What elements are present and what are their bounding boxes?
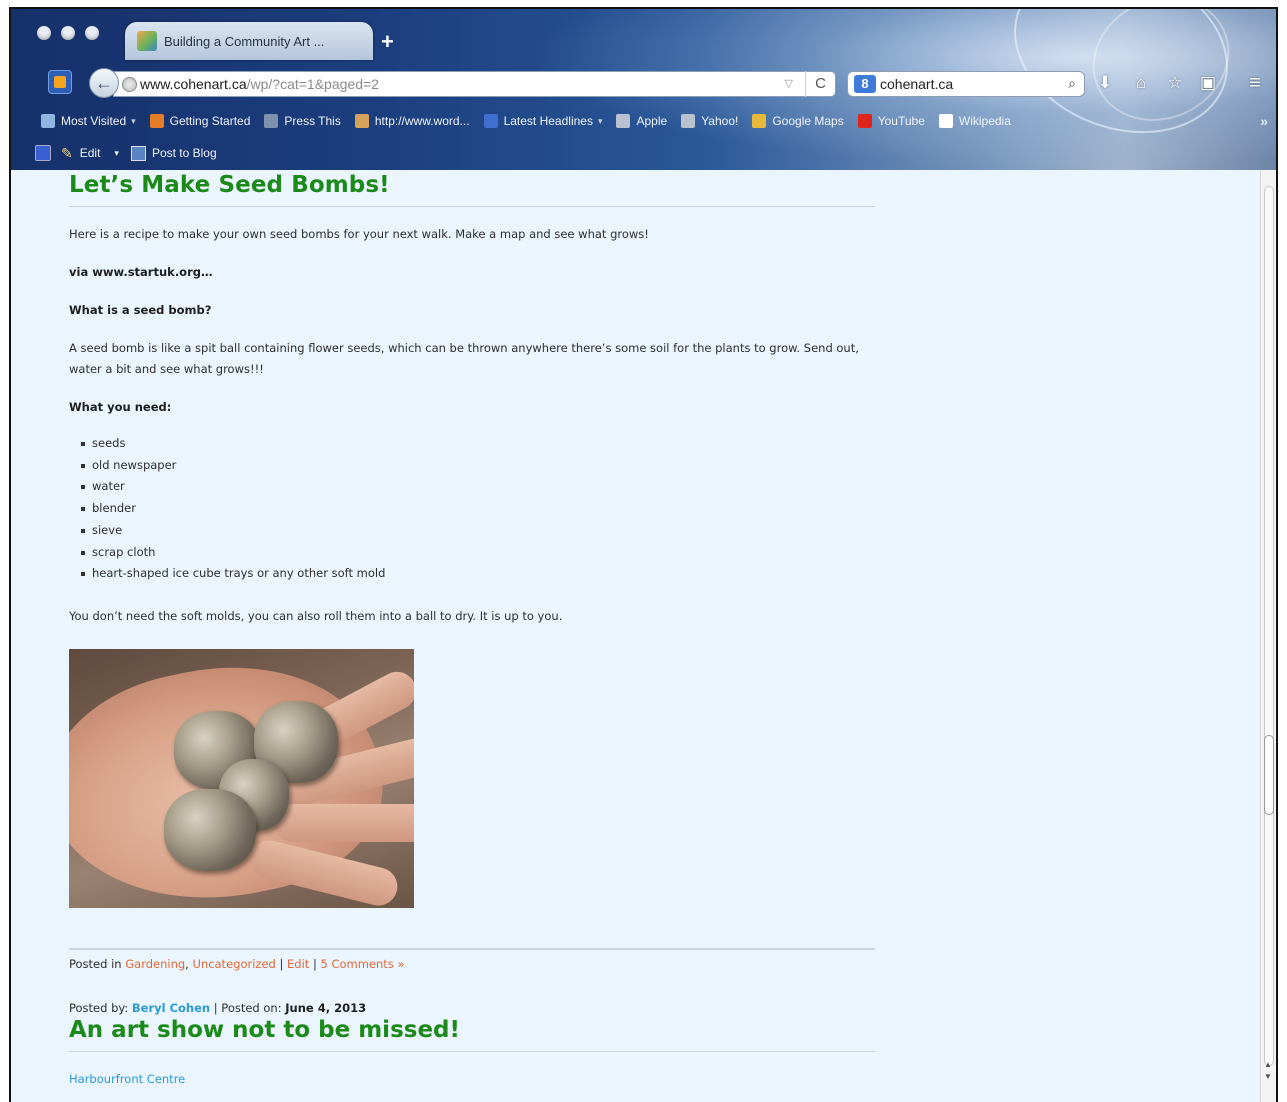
wordpress-icon bbox=[354, 114, 369, 128]
list-item: heart-shaped ice cube trays or any other… bbox=[81, 563, 875, 585]
page-icon bbox=[681, 114, 696, 128]
site-favicon-icon bbox=[137, 31, 157, 51]
scroll-up-arrow-icon[interactable]: ▲ bbox=[1264, 1060, 1272, 1069]
page-icon bbox=[264, 114, 279, 128]
bookmark-getting-started[interactable]: Getting Started bbox=[149, 114, 250, 128]
edit-caret-icon[interactable]: ▾ bbox=[114, 148, 119, 159]
category-uncategorized-link[interactable]: Uncategorized bbox=[192, 957, 275, 971]
browser-chrome: Building a Community Art ... + www.cohen… bbox=[11, 9, 1276, 170]
folder-icon bbox=[41, 114, 55, 128]
post-content: Let’s Make Seed Bombs! Here is a recipe … bbox=[69, 170, 875, 1086]
chevron-down-icon[interactable]: ▾ bbox=[598, 116, 603, 127]
vertical-scrollbar[interactable]: ▲ ▼ bbox=[1260, 170, 1276, 1102]
minimize-window-button[interactable] bbox=[61, 26, 75, 40]
search-engine-icon[interactable]: 8 bbox=[854, 75, 876, 93]
post-title[interactable]: Let’s Make Seed Bombs! bbox=[69, 170, 875, 207]
bookmark-yahoo[interactable]: Yahoo! bbox=[681, 114, 738, 128]
home-icon[interactable]: ⌂ bbox=[1130, 72, 1152, 94]
address-bar[interactable]: www.cohenart.ca/wp/?cat=1&paged=2 ▽ C bbox=[113, 71, 836, 97]
list-item: blender bbox=[81, 498, 875, 520]
category-gardening-link[interactable]: Gardening bbox=[125, 957, 185, 971]
edit-menu[interactable]: Edit bbox=[80, 146, 101, 160]
app-menu-icon[interactable] bbox=[48, 70, 72, 94]
bookmark-http-www-word[interactable]: http://www.word... bbox=[354, 114, 470, 128]
bookmarks-toolbar: Most Visited ▾ Getting Started Press This ht… bbox=[11, 109, 1276, 133]
bookmark-latest-headlines[interactable]: Latest Headlines ▾ bbox=[483, 114, 603, 128]
rss-icon bbox=[483, 114, 498, 128]
via-line: via www.startuk.org… bbox=[69, 265, 213, 279]
tab-title: Building a Community Art ... bbox=[164, 33, 325, 49]
author-link[interactable]: Beryl Cohen bbox=[132, 1001, 210, 1015]
closing-text: You don’t need the soft molds, you can a… bbox=[69, 608, 563, 623]
bookmark-press-this[interactable]: Press This bbox=[264, 114, 341, 128]
bookmark-star-icon[interactable]: ☆ bbox=[1164, 72, 1186, 94]
post2-byline: Posted by: Beryl Cohen | Posted on: June… bbox=[69, 1000, 367, 1015]
wikipedia-icon bbox=[938, 114, 953, 128]
needs-heading: What you need: bbox=[69, 400, 172, 414]
browser-window: Building a Community Art ... + www.cohen… bbox=[9, 7, 1278, 1102]
bookmark-most-visited[interactable]: Most Visited ▾ bbox=[41, 114, 136, 128]
needs-list: seeds old newspaper water blender sieve scrap… bbox=[69, 433, 875, 585]
search-bar[interactable]: 8 cohenart.ca ⌕ bbox=[847, 71, 1085, 97]
extension-icon[interactable] bbox=[35, 145, 51, 161]
chevron-down-icon[interactable]: ▾ bbox=[131, 116, 136, 127]
reading-list-icon[interactable]: ▣ bbox=[1197, 72, 1219, 94]
apple-icon bbox=[616, 114, 631, 128]
comments-link[interactable]: 5 Comments » bbox=[320, 957, 404, 971]
bookmark-google-maps[interactable]: Google Maps bbox=[752, 114, 844, 128]
navigation-bar: www.cohenart.ca/wp/?cat=1&paged=2 ▽ C ← … bbox=[11, 64, 1276, 104]
url-host: www.cohenart.ca bbox=[140, 76, 247, 92]
harbourfront-link[interactable]: Harbourfront Centre bbox=[69, 1072, 875, 1086]
post-to-blog-button[interactable]: Post to Blog bbox=[152, 146, 217, 160]
bookmark-wikipedia[interactable]: Wikipedia bbox=[938, 114, 1011, 128]
edit-pen-icon: ✎ bbox=[61, 144, 73, 161]
post-meta: Posted in Gardening, Uncategorized | Edi… bbox=[69, 947, 875, 971]
globe-icon bbox=[122, 77, 137, 92]
download-icon[interactable]: ⬇ bbox=[1094, 72, 1116, 94]
post-date: June 4, 2013 bbox=[285, 1000, 367, 1015]
blog-toolbar: ✎ Edit ▾ Post to Blog bbox=[11, 141, 1276, 165]
list-item: seeds bbox=[81, 433, 875, 455]
search-text: cohenart.ca bbox=[880, 76, 954, 92]
post-intro: Here is a recipe to make your own seed b… bbox=[69, 227, 649, 241]
post2-title[interactable]: An art show not to be missed! bbox=[69, 1017, 875, 1052]
url-path: /wp/?cat=1&paged=2 bbox=[246, 76, 379, 92]
post-to-blog-icon bbox=[130, 145, 146, 161]
new-tab-button[interactable]: + bbox=[381, 29, 394, 55]
list-item: sieve bbox=[81, 520, 875, 542]
list-item: old newspaper bbox=[81, 455, 875, 477]
tab-bar: Building a Community Art ... + bbox=[11, 9, 1276, 61]
url-dropdown-icon[interactable]: ▽ bbox=[785, 77, 793, 90]
list-item: water bbox=[81, 476, 875, 498]
scroll-down-arrow-icon[interactable]: ▼ bbox=[1264, 1072, 1272, 1081]
bookmark-apple[interactable]: Apple bbox=[616, 114, 667, 128]
web-page: Let’s Make Seed Bombs! Here is a recipe … bbox=[11, 170, 1264, 1102]
bookmarks-overflow-icon[interactable]: » bbox=[1260, 113, 1268, 129]
close-window-button[interactable] bbox=[37, 26, 51, 40]
zoom-window-button[interactable] bbox=[85, 26, 99, 40]
youtube-icon bbox=[857, 114, 872, 128]
list-item: scrap cloth bbox=[81, 542, 875, 564]
map-icon bbox=[752, 114, 767, 128]
bookmark-youtube[interactable]: YouTube bbox=[857, 114, 925, 128]
question-heading: What is a seed bomb? bbox=[69, 303, 212, 317]
answer-text: A seed bomb is like a spit ball containi… bbox=[69, 341, 859, 376]
back-button[interactable]: ← bbox=[89, 68, 119, 98]
seed-bombs-photo bbox=[69, 648, 414, 908]
edit-post-link[interactable]: Edit bbox=[287, 957, 309, 971]
menu-icon[interactable]: ≡ bbox=[1244, 72, 1266, 94]
tab-active[interactable]: Building a Community Art ... bbox=[125, 22, 373, 60]
reload-button[interactable]: C bbox=[805, 71, 835, 97]
scrollbar-thumb[interactable] bbox=[1264, 735, 1274, 815]
search-icon[interactable]: ⌕ bbox=[1068, 75, 1076, 92]
firefox-icon bbox=[149, 114, 164, 128]
